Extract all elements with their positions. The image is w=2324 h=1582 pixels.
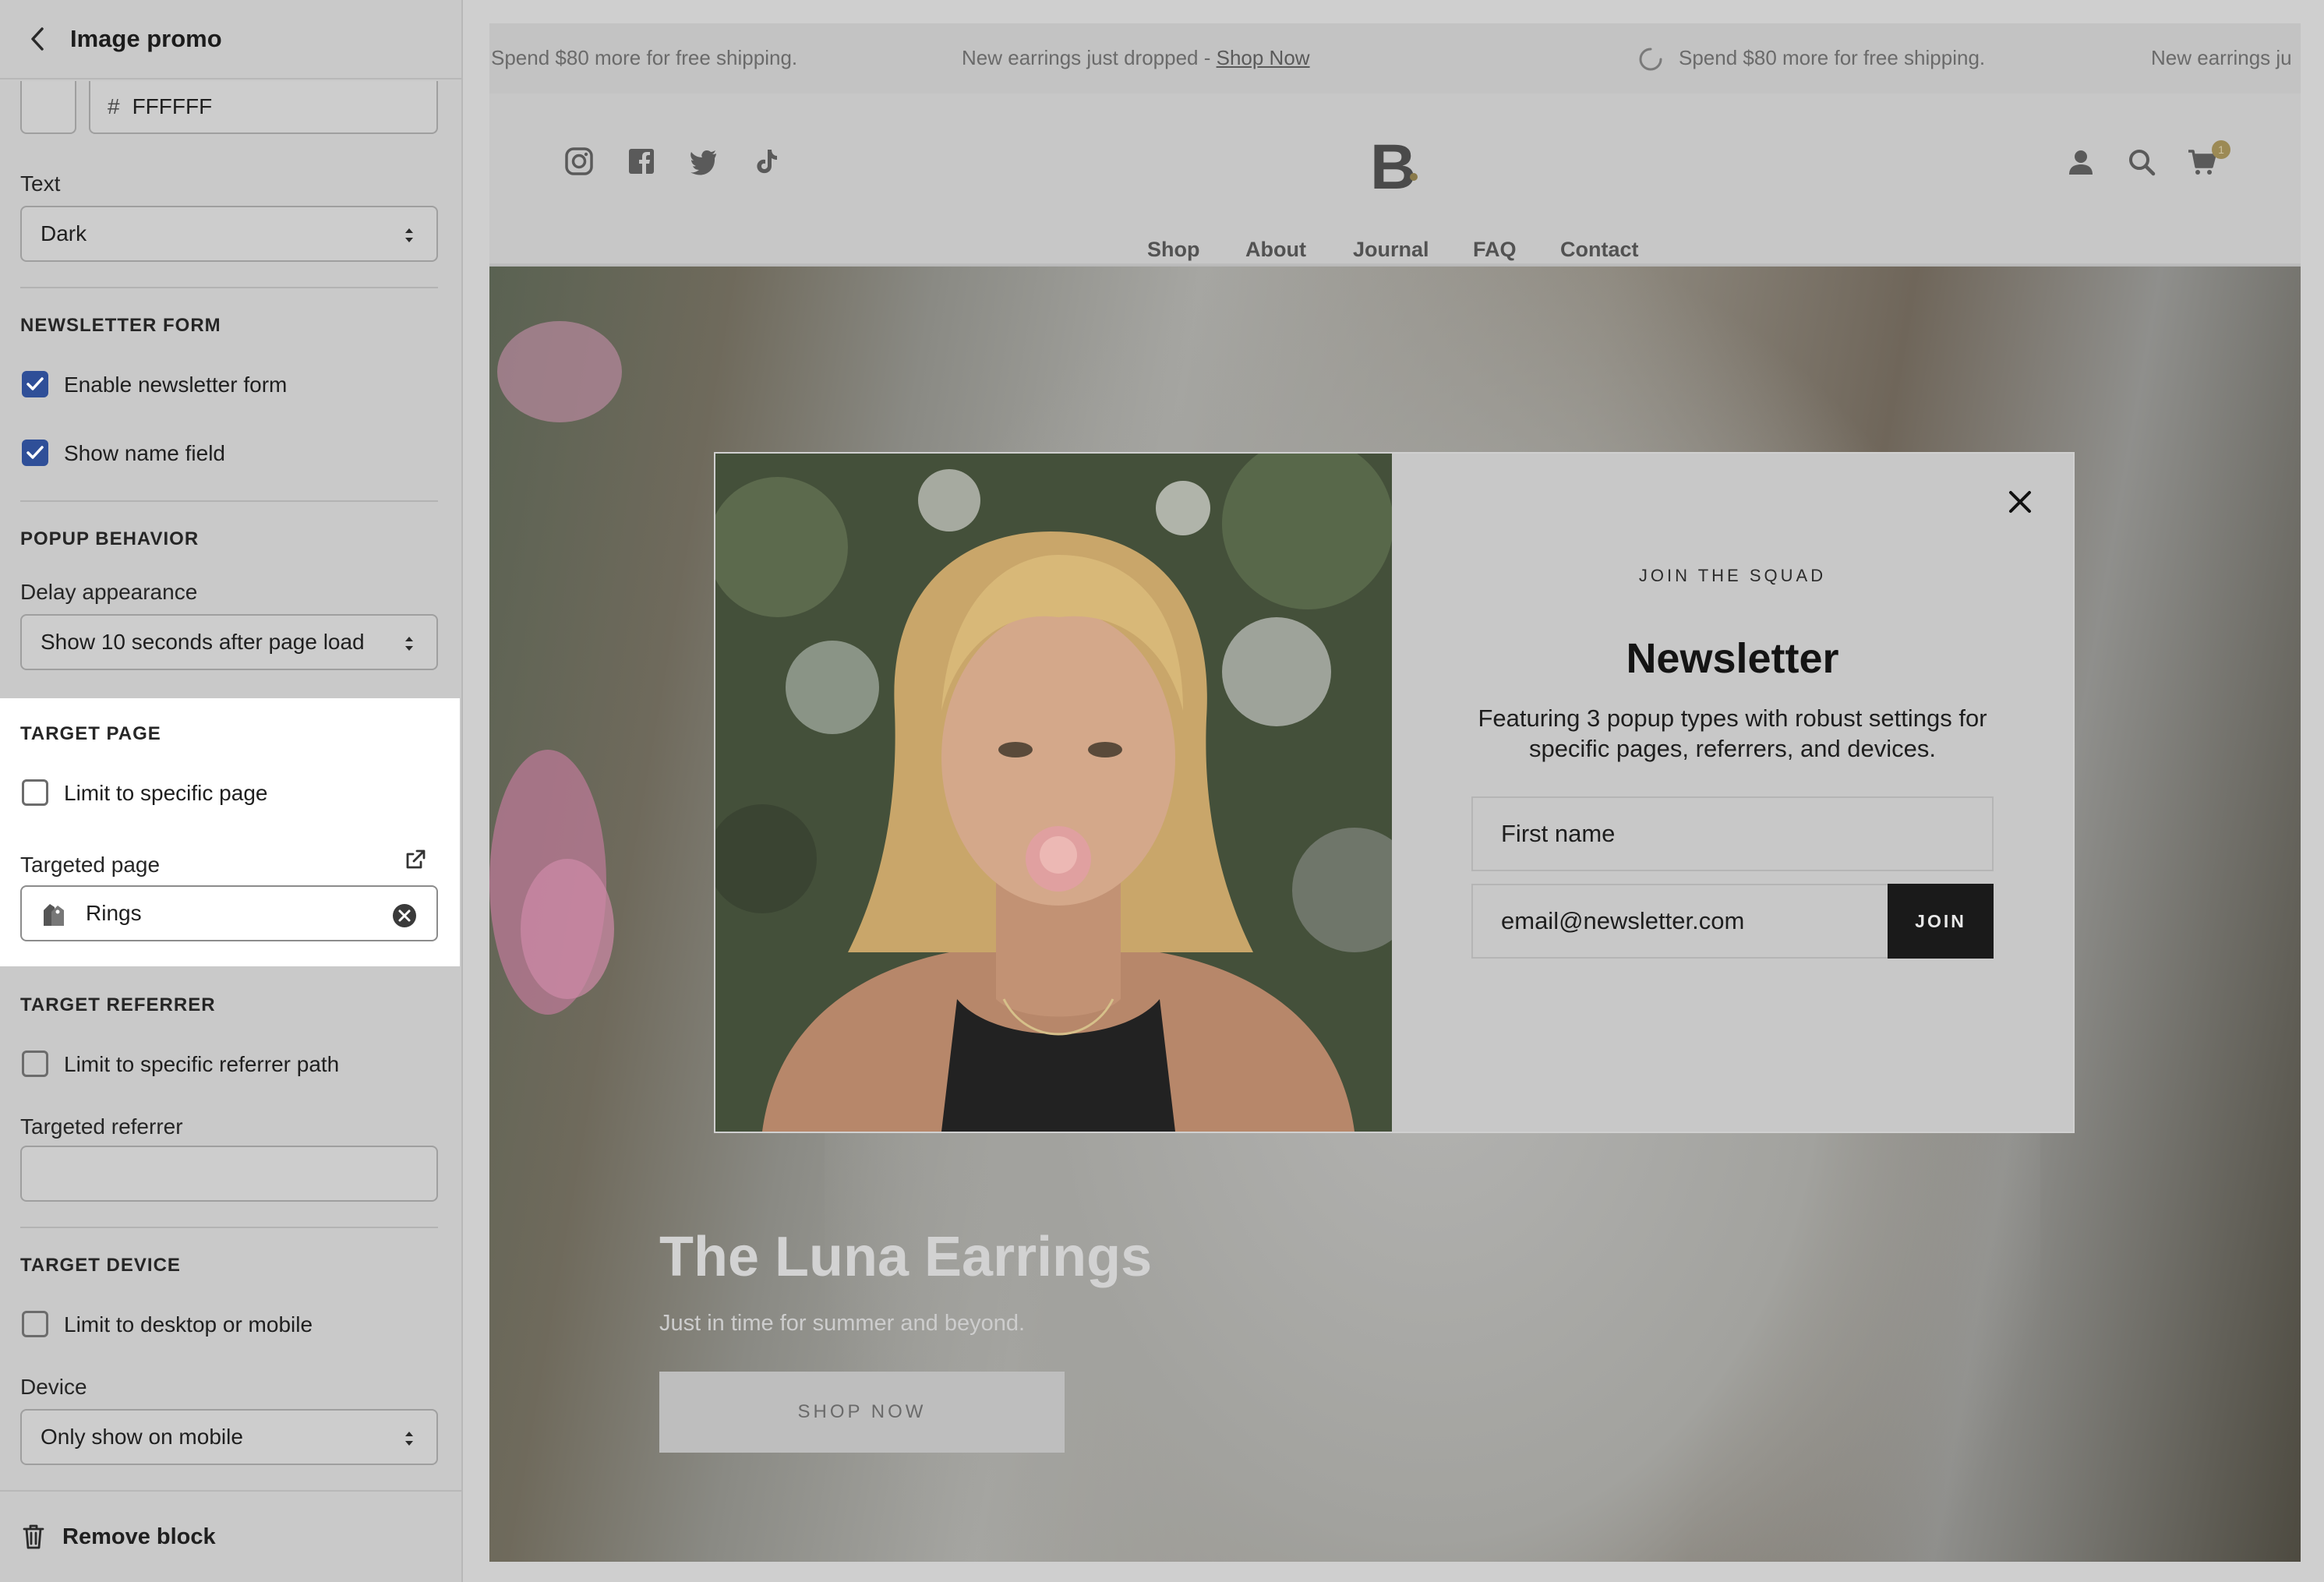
twitter-icon[interactable] bbox=[689, 147, 719, 176]
color-hex-value: FFFFFF bbox=[132, 94, 213, 118]
target-page-section: TARGET PAGE Limit to specific page Targe… bbox=[0, 698, 460, 966]
nav-about[interactable]: About bbox=[1245, 238, 1306, 262]
select-arrows-icon bbox=[405, 1432, 413, 1446]
popup-behavior-heading: POPUP BEHAVIOR bbox=[20, 528, 200, 549]
select-arrows-icon bbox=[405, 637, 413, 651]
sidebar-title: Image promo bbox=[70, 25, 222, 52]
hero-subtitle: Just in time for summer and beyond. bbox=[659, 1311, 1026, 1336]
announcement-text: New earrings just dropped - Shop Now bbox=[962, 46, 1310, 70]
target-device-heading: TARGET DEVICE bbox=[20, 1255, 181, 1276]
trash-icon bbox=[23, 1524, 44, 1549]
store-header: B 1 Shop About Journal FAQ Contact bbox=[489, 94, 2301, 265]
facebook-icon[interactable] bbox=[627, 147, 656, 176]
target-referrer-heading: TARGET REFERRER bbox=[20, 994, 216, 1015]
collection-icon bbox=[44, 904, 64, 926]
hero-shop-now-button[interactable]: SHOP NOW bbox=[659, 1372, 1065, 1453]
email-input[interactable]: email@newsletter.com bbox=[1471, 884, 1888, 959]
delay-label: Delay appearance bbox=[20, 580, 198, 604]
targeted-page-label: Targeted page bbox=[20, 853, 161, 877]
color-swatch[interactable] bbox=[20, 81, 76, 134]
device-select-value: Only show on mobile bbox=[41, 1425, 243, 1449]
text-label: Text bbox=[20, 171, 61, 196]
close-icon[interactable] bbox=[2004, 486, 2036, 517]
checkmark-icon bbox=[26, 377, 44, 390]
divider bbox=[20, 500, 438, 502]
divider bbox=[20, 287, 438, 288]
clear-icon[interactable] bbox=[391, 902, 418, 929]
instagram-icon[interactable] bbox=[564, 147, 594, 176]
popup-content: JOIN THE SQUAD Newsletter Featuring 3 po… bbox=[1392, 454, 2073, 1132]
enable-newsletter-checkbox[interactable] bbox=[22, 371, 48, 397]
limit-referrer-label: Limit to specific referrer path bbox=[64, 1052, 340, 1076]
text-select-value: Dark bbox=[41, 221, 87, 245]
announcement-bar: Spend $80 more for free shipping. New ea… bbox=[489, 23, 2301, 94]
store-logo[interactable]: B bbox=[1370, 131, 1416, 204]
color-hex-input[interactable]: # FFFFFF bbox=[89, 81, 438, 134]
device-label: Device bbox=[20, 1375, 87, 1399]
woman-portrait-image bbox=[715, 454, 1392, 1132]
account-icon[interactable] bbox=[2065, 147, 2096, 178]
targeted-referrer-label: Targeted referrer bbox=[20, 1114, 183, 1139]
newsletter-section-heading: NEWSLETTER FORM bbox=[20, 315, 221, 336]
show-name-checkbox[interactable] bbox=[22, 440, 48, 466]
announcement-text-part: New earrings just dropped - bbox=[962, 46, 1217, 69]
announcement-text: New earrings ju bbox=[2151, 46, 2292, 69]
first-name-input[interactable]: First name bbox=[1471, 796, 1994, 871]
popup-title: Newsletter bbox=[1626, 635, 1839, 682]
limit-referrer-checkbox[interactable] bbox=[22, 1051, 48, 1077]
hero-flower bbox=[497, 321, 622, 422]
popup-kicker: JOIN THE SQUAD bbox=[1638, 566, 1827, 585]
device-select[interactable]: Only show on mobile bbox=[20, 1409, 438, 1465]
select-arrows-icon bbox=[405, 228, 413, 242]
show-name-label: Show name field bbox=[64, 441, 226, 465]
loading-spinner-icon bbox=[1639, 48, 1662, 71]
targeted-page-input[interactable]: Rings bbox=[20, 885, 438, 941]
checkmark-icon bbox=[26, 446, 44, 459]
newsletter-popup: JOIN THE SQUAD Newsletter Featuring 3 po… bbox=[715, 454, 2073, 1132]
popup-image bbox=[715, 454, 1392, 1132]
remove-block-button[interactable]: Remove block bbox=[0, 1490, 463, 1582]
targeted-referrer-input[interactable] bbox=[20, 1146, 438, 1202]
enable-newsletter-label: Enable newsletter form bbox=[64, 373, 288, 397]
cart-count-badge: 1 bbox=[2212, 140, 2230, 159]
nav-faq[interactable]: FAQ bbox=[1473, 238, 1517, 262]
limit-device-checkbox[interactable] bbox=[22, 1311, 48, 1337]
remove-block-label: Remove block bbox=[62, 1524, 216, 1549]
text-select[interactable]: Dark bbox=[20, 206, 438, 262]
targeted-page-value: Rings bbox=[86, 901, 142, 925]
sidebar-header: Image promo bbox=[0, 0, 463, 79]
nav-contact[interactable]: Contact bbox=[1560, 238, 1639, 262]
limit-page-checkbox[interactable] bbox=[22, 779, 48, 806]
limit-device-label: Limit to desktop or mobile bbox=[64, 1312, 313, 1337]
tiktok-icon[interactable] bbox=[751, 147, 781, 176]
nav-shop[interactable]: Shop bbox=[1147, 238, 1200, 262]
store-preview: Spend $80 more for free shipping. New ea… bbox=[489, 23, 2301, 1562]
divider bbox=[20, 1227, 438, 1228]
hash-symbol: # bbox=[108, 94, 120, 118]
join-button[interactable]: JOIN bbox=[1888, 884, 1994, 959]
hero-flower bbox=[521, 859, 614, 999]
shop-now-link[interactable]: Shop Now bbox=[1217, 46, 1310, 69]
external-link-icon[interactable] bbox=[404, 848, 427, 871]
delay-select[interactable]: Show 10 seconds after page load bbox=[20, 614, 438, 670]
target-page-heading: TARGET PAGE bbox=[20, 723, 161, 744]
chevron-left-icon bbox=[31, 27, 44, 51]
search-icon[interactable] bbox=[2126, 147, 2157, 178]
announcement-text: Spend $80 more for free shipping. bbox=[1679, 46, 1986, 69]
delay-select-value: Show 10 seconds after page load bbox=[41, 630, 365, 654]
logo-dot bbox=[1410, 173, 1418, 181]
back-button[interactable] bbox=[22, 23, 53, 55]
limit-page-label: Limit to specific page bbox=[64, 781, 268, 805]
hero-title: The Luna Earrings bbox=[659, 1226, 1153, 1288]
nav-journal[interactable]: Journal bbox=[1353, 238, 1429, 262]
settings-sidebar: Image promo # FFFFFF Text Dark NEWSLETTER… bbox=[0, 0, 463, 1582]
popup-description: Featuring 3 popup types with robust sett… bbox=[1478, 704, 1987, 762]
announcement-text: Spend $80 more for free shipping. bbox=[491, 46, 798, 69]
